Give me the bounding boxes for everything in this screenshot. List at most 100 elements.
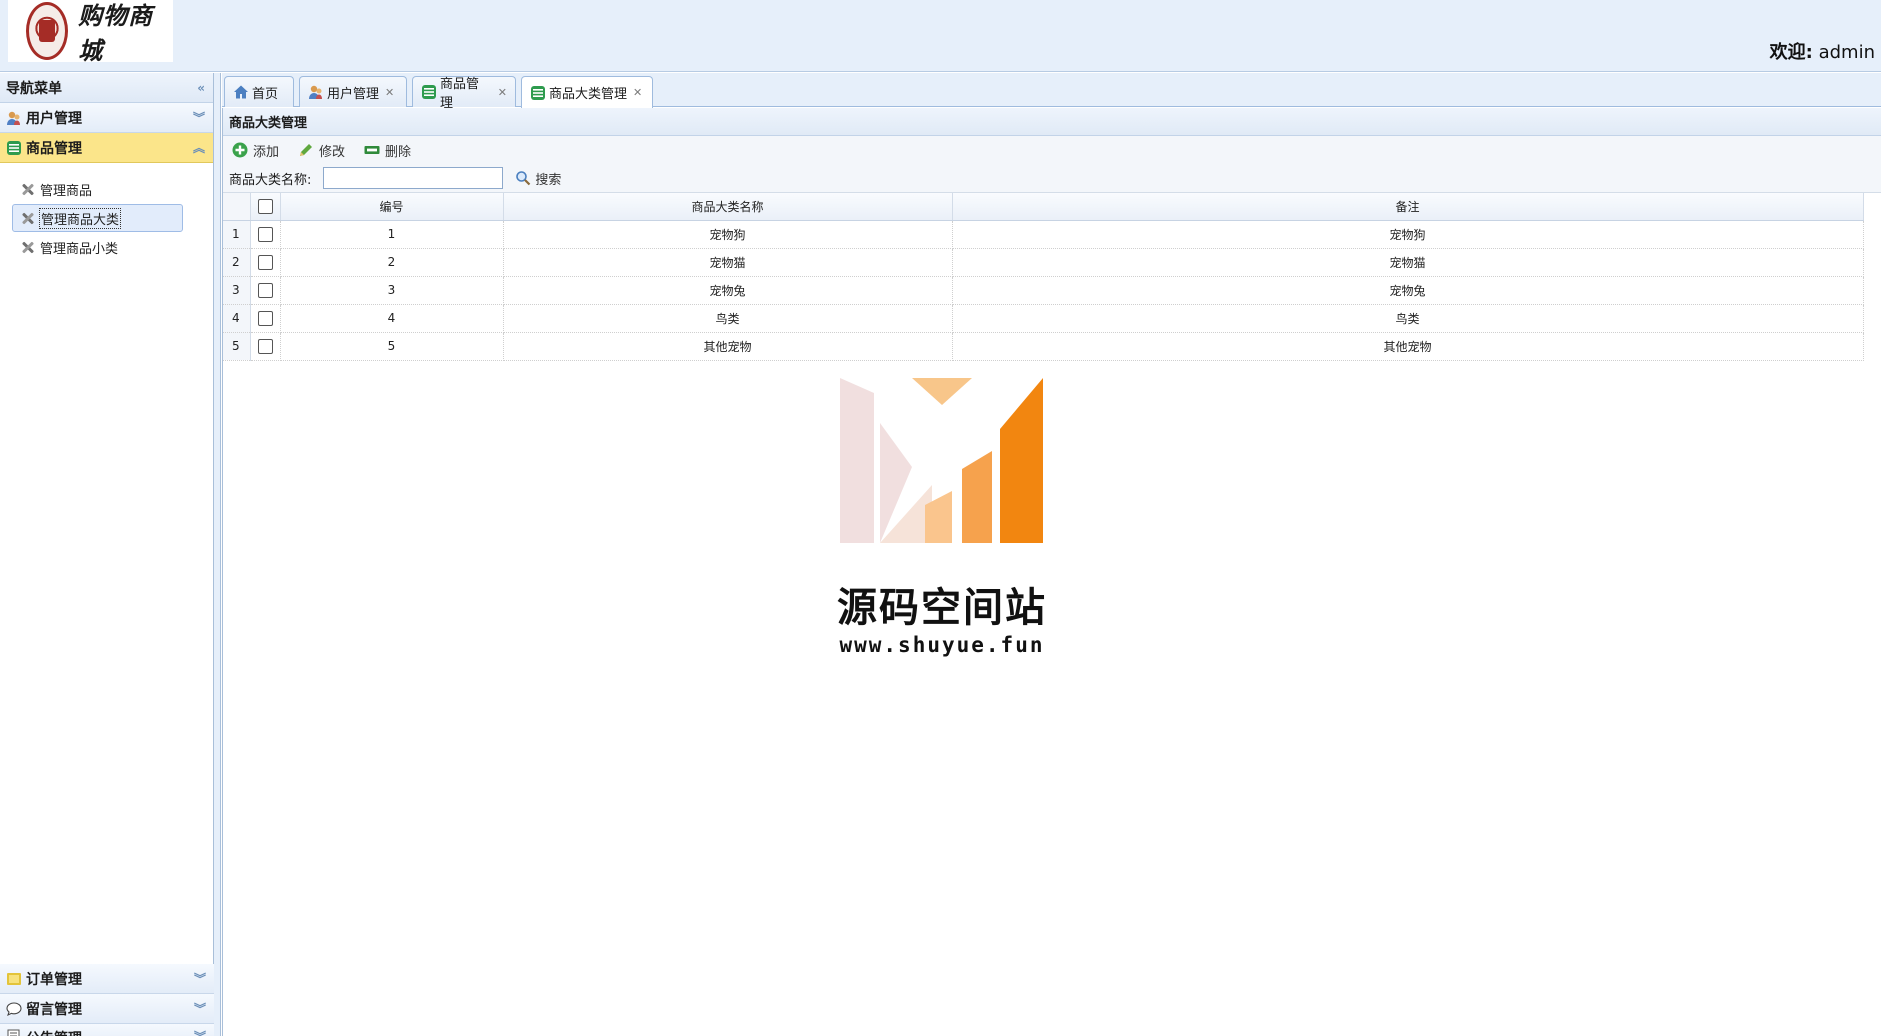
search-bar: 商品大类名称: 搜索 [223,164,1881,193]
tab-user-management[interactable]: 用户管理 ✕ [299,76,407,107]
tab-bar: 首页 用户管理 ✕ 商品管理 ✕ 商品大类管理 ✕ [222,73,1881,111]
sidebar-item-label: 管理商品大类 [38,207,122,229]
watermark-url: www.shuyue.fun [839,633,1045,657]
note-icon [6,1028,22,1036]
search-button[interactable]: 搜索 [515,169,561,188]
chevron-up-icon: ︽ [192,141,205,155]
sidebar-item-manage-categories[interactable]: 管理商品大类 [12,204,183,232]
chevron-down-icon: ︾ [194,1028,206,1036]
chevron-down-icon: ︾ [193,972,206,986]
sidebar-bottom-groups: 订单管理 ︾ 留言管理 ︾ 公告管理 ︾ [0,964,214,1036]
category-name-input[interactable] [323,167,504,189]
cell-remark: 其他宠物 [952,332,1864,361]
row-checkbox[interactable] [257,282,273,298]
welcome-user: admin [1818,42,1875,63]
tools-icon [19,239,37,255]
sidebar-group-label: 留言管理 [26,1001,82,1018]
user-icon [308,84,324,100]
cell-id: 3 [280,276,504,305]
sidebar-item-label: 管理商品小类 [40,241,119,257]
toolbar: 添加 修改 删除 [223,136,1881,164]
row-checkbox-cell [250,248,281,277]
cell-name: 宠物狗 [503,220,953,249]
row-number: 3 [223,276,251,305]
tab-label: 首页 [252,86,279,102]
row-checkbox[interactable] [257,338,273,354]
sidebar-group-users[interactable]: 用户管理 ︾ [0,103,213,133]
product-menu-tree: 管理商品 管理商品大类 管理商品小类 [0,163,213,965]
row-number: 4 [223,304,251,333]
cell-id: 4 [280,304,504,333]
app-header: 购物商城 欢迎: admin [0,0,1881,72]
minus-icon [364,146,380,154]
cell-remark: 宠物兔 [952,276,1864,305]
row-checkbox[interactable] [257,226,273,242]
search-icon [516,171,531,186]
column-header-id[interactable]: 编号 [280,193,504,221]
row-number: 1 [223,220,251,249]
sidebar-group-messages[interactable]: 留言管理 ︾ [0,994,214,1024]
panel-title: 商品大类管理 [223,108,1881,136]
folder-icon [6,971,22,987]
table-row[interactable]: 3 3 宠物兔 宠物兔 [223,276,1864,305]
sidebar-item-label: 管理商品 [40,183,93,199]
cell-id: 5 [280,332,504,361]
watermark-title: 源码空间站 [837,585,1047,631]
logo-seal-icon [26,2,69,60]
tools-icon [19,181,37,197]
sidebar-group-orders[interactable]: 订单管理 ︾ [0,964,214,994]
delete-button[interactable]: 删除 [363,141,411,160]
select-all-checkbox[interactable] [257,198,273,214]
row-checkbox[interactable] [257,310,273,326]
row-checkbox-cell [250,276,281,305]
home-icon [233,84,249,100]
sidebar-group-notices[interactable]: 公告管理 ︾ [0,1024,214,1036]
tab-product-management[interactable]: 商品管理 ✕ [412,76,516,111]
splitter[interactable] [214,73,221,1036]
tab-label: 用户管理 [327,86,380,102]
tools-icon [19,210,37,226]
close-icon[interactable]: ✕ [498,86,507,99]
tab-category-management[interactable]: 商品大类管理 ✕ [521,76,653,108]
pencil-icon [300,144,313,156]
sidebar-item-manage-products[interactable]: 管理商品 [12,175,183,203]
grid-icon [421,84,437,100]
cell-id: 1 [280,220,504,249]
watermark-logo-icon [840,378,1043,543]
row-checkbox-cell [250,304,281,333]
watermark: 源码空间站 www.shuyue.fun [822,375,1062,665]
table-row[interactable]: 4 4 鸟类 鸟类 [223,304,1864,333]
close-icon[interactable]: ✕ [633,86,642,99]
collapse-sidebar-icon[interactable]: « [197,81,205,95]
cell-remark: 宠物狗 [952,220,1864,249]
column-header-remark[interactable]: 备注 [952,193,1864,221]
table-row[interactable]: 2 2 宠物猫 宠物猫 [223,248,1864,277]
sidebar-item-manage-subcategories[interactable]: 管理商品小类 [12,233,183,261]
search-label: 商品大类名称: [229,172,312,188]
grid-icon [530,85,546,101]
tab-label: 商品管理 [440,77,480,111]
row-checkbox[interactable] [257,254,273,270]
tab-home[interactable]: 首页 [224,76,294,107]
edit-button[interactable]: 修改 [297,141,345,160]
sidebar-group-label: 公告管理 [26,1028,194,1036]
welcome-text: 欢迎: admin [1770,38,1875,64]
grid-icon [6,140,22,156]
sidebar-title-label: 导航菜单 [6,80,62,97]
add-button[interactable]: 添加 [231,141,279,160]
column-header-name[interactable]: 商品大类名称 [503,193,953,221]
sidebar: 导航菜单 « 用户管理 ︾ 商品管理 ︽ 管理商品 管理商品大类 管理商品小类 [0,73,214,1036]
tab-label: 商品大类管理 [549,87,628,102]
cell-name: 鸟类 [503,304,953,333]
cell-remark: 宠物猫 [952,248,1864,277]
row-number: 5 [223,332,251,361]
chevron-down-icon: ︾ [193,1002,206,1016]
logo-text: 购物商城 [78,1,154,65]
sidebar-group-products[interactable]: 商品管理 ︽ [0,133,213,163]
chevron-down-icon: ︾ [192,111,205,125]
edit-label: 修改 [319,144,346,160]
close-icon[interactable]: ✕ [385,86,394,99]
table-row[interactable]: 5 5 其他宠物 其他宠物 [223,332,1864,361]
table-row[interactable]: 1 1 宠物狗 宠物狗 [223,220,1864,249]
row-number-header [223,193,251,221]
